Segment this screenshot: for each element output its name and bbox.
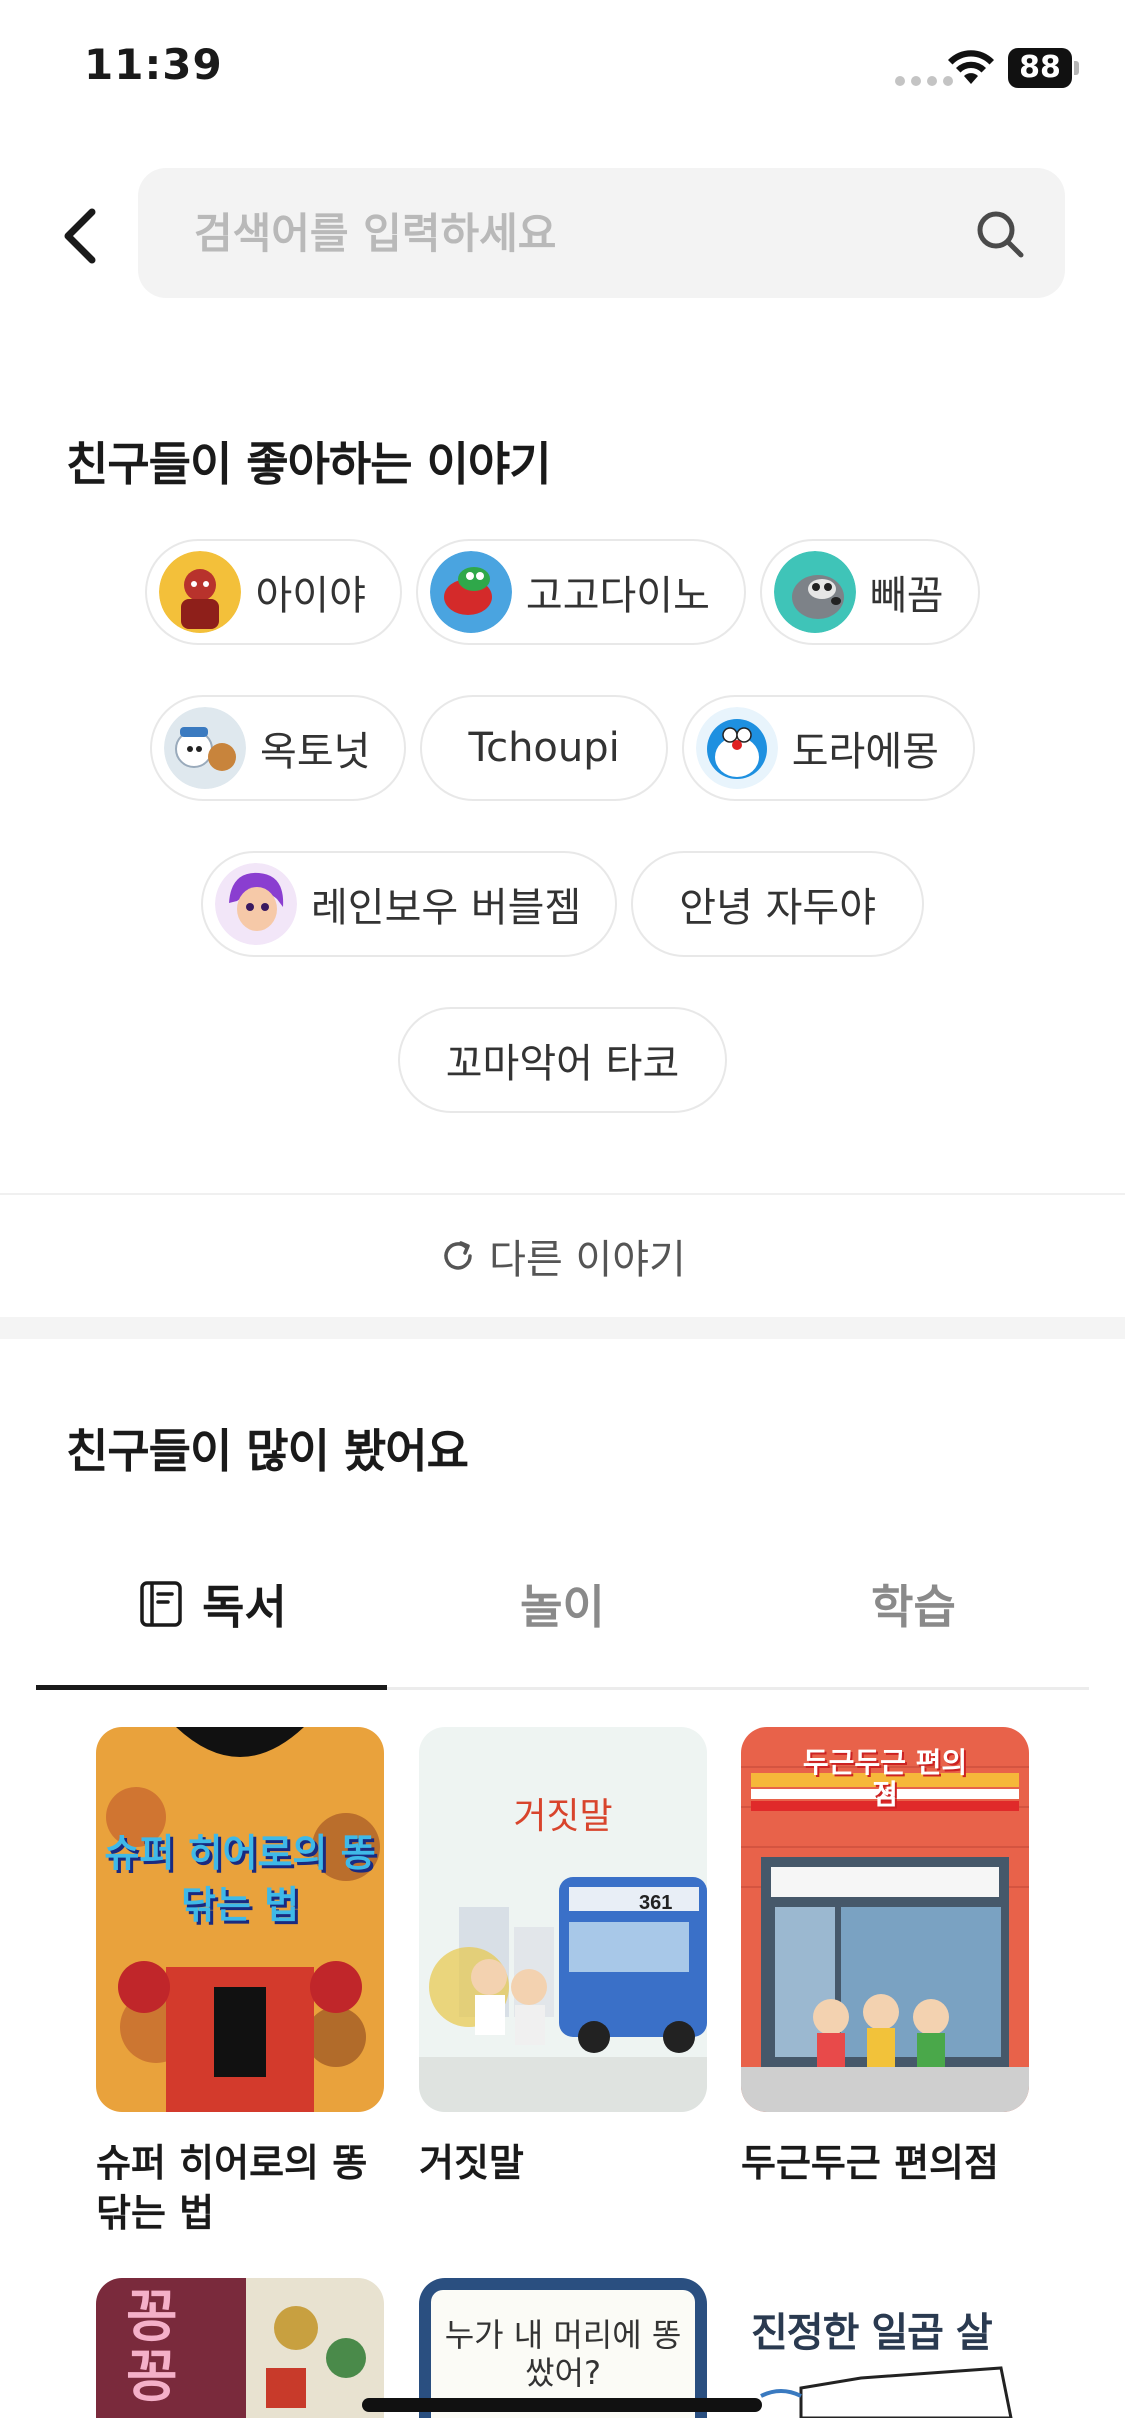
chip-row: 꼬마악어 타코 [0,1007,1125,1113]
story-chip[interactable]: 옥토넛 [150,695,407,801]
chip-label: 고고다이노 [525,573,710,619]
signal-icon [895,76,953,86]
story-chip[interactable]: 도라에몽 [681,695,975,801]
story-chip[interactable]: 고고다이노 [415,539,746,645]
chip-label: 아이야 [255,573,366,619]
battery-indicator: 88 [1008,48,1080,88]
wifi-icon [948,50,994,84]
status-time: 11:39 [84,40,223,89]
book-card[interactable]: 슈퍼 히어로의 똥 닦는 법 슈퍼 히어로의 똥 닦는 법 [96,1727,384,2238]
book-title: 두근두근 편의점 [741,2141,999,2185]
chip-label: 안녕 자두야 [679,885,877,931]
book-cover[interactable]: 진정한 일곱 살 [741,2278,1029,2418]
refresh-label: 다른 이야기 [489,1237,686,1283]
book-card[interactable]: 누가 내 머리에 똥 쌌어? [419,2278,707,2418]
cover-title: 거짓말 [513,1796,613,1837]
popular-stories-title: 친구들이 좋아하는 이야기 [66,437,552,491]
battery-level: 88 [1008,48,1072,88]
avatar [773,551,856,633]
home-indicator[interactable] [362,2398,762,2412]
book-card[interactable]: 두근두근 편의점 두근두근 편의점 [741,1727,1029,2188]
refresh-button[interactable]: 다른 이야기 [0,1193,1125,1317]
avatar [695,707,778,789]
chip-label: 도라에몽 [791,729,939,775]
back-button[interactable] [52,200,108,272]
chip-row: 옥토넛 Tchoupi 도라에몽 [0,695,1125,801]
tab-label: 놀이 [520,1579,605,1634]
book-cover[interactable]: 슈퍼 히어로의 똥 닦는 법 [96,1727,384,2112]
story-chip[interactable]: 아이야 [145,539,402,645]
search-icon[interactable] [974,208,1026,260]
chip-label: Tchoupi [468,725,620,771]
cover-title: 꽁꽁 [126,2285,178,2410]
avatar [429,551,512,633]
avatar [214,863,297,945]
chip-row: 아이야 고고다이노 빼꼼 [0,539,1125,645]
story-chip[interactable]: 레인보우 버블젬 [200,851,618,957]
story-chip[interactable]: 빼꼼 [759,539,980,645]
chip-row: 레인보우 버블젬 안녕 자두야 [0,851,1125,957]
story-chip[interactable]: 꼬마악어 타코 [397,1007,728,1113]
cover-title: 진정한 일곱 살 [751,2310,993,2356]
most-viewed-title: 친구들이 많이 봤어요 [66,1424,469,1478]
book-cover[interactable]: 두근두근 편의점 [741,1727,1029,2112]
story-chip[interactable]: 안녕 자두야 [631,851,925,957]
tab-play[interactable]: 놀이 [387,1520,738,1687]
chip-label: 옥토넛 [260,729,371,775]
svg-text:361: 361 [639,1892,672,1914]
book-cover[interactable]: 꽁꽁 [96,2278,384,2418]
book-card[interactable]: 진정한 일곱 살 [741,2278,1029,2418]
refresh-icon [444,1241,472,1270]
search-box[interactable] [138,168,1065,298]
tab-label: 학습 [871,1579,956,1634]
search-input[interactable] [194,168,954,298]
avatar [159,551,242,633]
section-divider [0,1317,1125,1339]
chip-label: 레인보우 버블젬 [310,885,582,931]
status-bar: 11:39 88 [0,0,1125,130]
chip-label: 빼꼼 [869,573,944,619]
chevron-left-icon [64,208,96,264]
story-chip[interactable]: Tchoupi [420,695,668,801]
avatar [164,707,247,789]
book-cover[interactable]: 361 거짓말 [419,1727,707,2112]
tab-label: 독서 [202,1579,287,1634]
book-title: 거짓말 [419,2141,524,2185]
tab-learning[interactable]: 학습 [738,1520,1089,1687]
cover-title: 슈퍼 히어로의 똥 닦는 법 [104,1831,376,1927]
book-icon [140,1580,182,1627]
chip-label: 꼬마악어 타코 [445,1041,680,1087]
book-card[interactable]: 꽁꽁 [96,2278,384,2418]
book-card[interactable]: 361 거짓말 거짓말 [419,1727,707,2188]
cover-title: 두근두근 편의점 [802,1746,968,1811]
tab-reading[interactable]: 독서 [36,1520,387,1690]
book-cover[interactable]: 누가 내 머리에 똥 쌌어? [419,2278,707,2418]
category-tabs: 독서 놀이 학습 [36,1520,1089,1690]
book-title: 슈퍼 히어로의 똥 닦는 법 [96,2141,368,2235]
